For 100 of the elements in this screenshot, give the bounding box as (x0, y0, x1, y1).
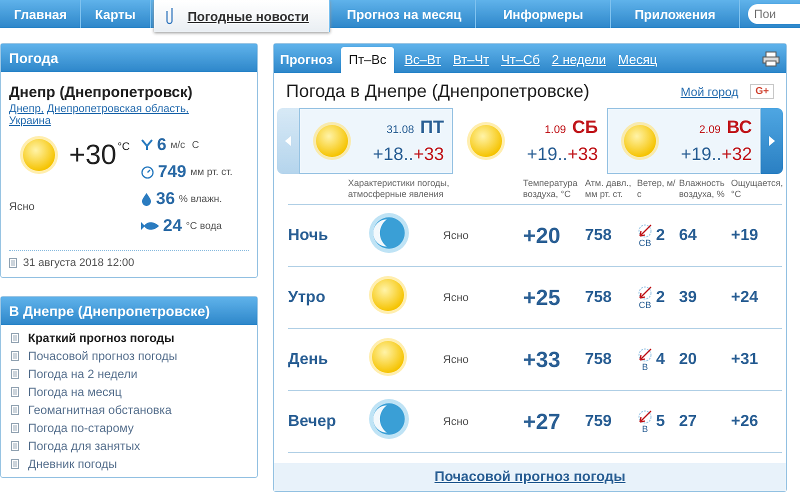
nav-tab[interactable]: Главная (0, 0, 81, 28)
menu-link[interactable]: Геомагнитная обстановка (11, 403, 247, 417)
day-card[interactable]: 1.09 СБ +19..+33 (453, 108, 607, 174)
period-tab[interactable]: Вт–Чт (451, 52, 492, 73)
day-date: 31.08 (386, 124, 414, 136)
period-tab[interactable]: 2 недели (550, 52, 608, 73)
day-card[interactable]: 2.09 ВС +19..+32 (607, 108, 761, 174)
nav-label: Информеры (503, 6, 584, 22)
pressure-value: 758 (585, 226, 613, 244)
wind-direction-icon (141, 139, 153, 151)
nav-tab[interactable]: Приложения (610, 0, 740, 28)
nav-tab[interactable]: Прогноз на месяц (332, 0, 476, 28)
feels-like-value: +19 (731, 226, 760, 244)
location-link[interactable]: Украина (9, 115, 51, 127)
menu-link[interactable]: Погода на 2 недели (11, 367, 247, 381)
share-button[interactable]: G+ (750, 84, 774, 99)
wind-value: 2 (656, 226, 665, 244)
period-label: Вечер (288, 412, 338, 430)
my-city-link[interactable]: Мой город (680, 84, 738, 98)
gauge-icon (141, 166, 154, 178)
paperclip-icon (166, 7, 174, 25)
stat-value: 6 (157, 135, 166, 155)
location-link[interactable]: Днепр, (9, 103, 44, 115)
sun-icon (368, 275, 408, 315)
nav-label: Приложения (634, 6, 716, 22)
menu-link[interactable]: Погода по-старому (11, 421, 247, 435)
humidity-value: 64 (679, 226, 698, 244)
temperature-value: +20 (523, 222, 562, 248)
moon-icon (368, 398, 410, 440)
temperature-range: +19..+33 (526, 144, 598, 165)
menu-link[interactable]: Погода для занятых (11, 439, 247, 453)
weekday: ВС (726, 117, 752, 138)
temperature-range: +19..+32 (680, 144, 752, 165)
fish-icon (141, 221, 159, 231)
day-date: 2.09 (699, 124, 721, 136)
nav-tab[interactable]: Карты (81, 0, 151, 28)
stat-value: 36 (156, 189, 175, 209)
wind-direction: В (642, 425, 648, 434)
humidity-value: 27 (679, 412, 698, 430)
column-header: Ветер, м/с (637, 178, 676, 200)
pressure-value: 758 (585, 288, 613, 306)
card-title: В Днепре (Днепропетровске) (1, 297, 257, 325)
column-header: Характеристики погоды, атмосферные явления (348, 178, 450, 200)
temperature-value: +25 (523, 284, 562, 310)
document-icon (11, 387, 19, 397)
humidity-value: 39 (679, 288, 698, 306)
forecast-label: Прогноз (280, 52, 333, 69)
column-header: Влажность воздуха, % (679, 178, 726, 200)
sun-icon (620, 121, 660, 161)
day-date: 1.09 (544, 124, 566, 136)
period-label: Ночь (288, 226, 330, 244)
hourly-forecast-link[interactable]: Почасовой прогноз погоды (434, 468, 626, 484)
day-card[interactable]: 31.08 ПТ +18..+33 (299, 108, 453, 174)
stat-value: 749 (158, 162, 186, 182)
search-field[interactable]: Пои (748, 4, 800, 24)
current-temperature: +30$^{°C}$ (69, 139, 130, 171)
stat-unit: °C вода (186, 220, 222, 232)
nav-tab[interactable]: Информеры (476, 0, 611, 28)
document-icon (11, 441, 19, 451)
column-header: Ощущается, °C (731, 178, 780, 200)
wind-direction: С (190, 140, 200, 150)
location-link[interactable]: Днепропетровская область, (46, 103, 189, 115)
right-arrow-icon (769, 136, 775, 146)
stat-value: 24 (163, 216, 182, 236)
condition-text: Ясно (442, 416, 470, 428)
compass-arrow-icon (637, 347, 653, 363)
stat-unit: % влажн. (178, 194, 222, 204)
document-icon (9, 258, 17, 268)
menu-link[interactable]: Краткий прогноз погоды (11, 331, 247, 345)
document-icon (11, 423, 19, 433)
wind-value: 4 (656, 350, 665, 368)
menu-link[interactable]: Почасовой прогноз погоды (11, 349, 247, 363)
left-arrow-icon (285, 136, 291, 146)
compass-arrow-icon (637, 223, 653, 239)
humidity-value: 20 (679, 350, 698, 368)
weekday: СБ (572, 117, 598, 138)
nav-tab[interactable]: Погодные новости (154, 0, 330, 32)
document-icon (11, 369, 19, 379)
menu-link[interactable]: Дневник погоды (11, 457, 247, 471)
nav-label: Главная (14, 6, 67, 22)
sun-icon (312, 121, 352, 161)
city-name: Днепр (Днепропетровск) (9, 84, 194, 101)
nav-label: Прогноз на месяц (346, 6, 462, 22)
period-tab[interactable]: Пт–Вс (340, 47, 394, 73)
period-tab[interactable]: Месяц (616, 52, 660, 73)
sun-icon (368, 337, 408, 377)
menu-link[interactable]: Погода на месяц (11, 385, 247, 399)
update-time: 31 августа 2018 12:00 (23, 257, 134, 269)
document-icon (11, 333, 19, 343)
nav-label: Карты (95, 6, 136, 22)
wind-direction: В (642, 363, 648, 372)
next-button[interactable] (761, 108, 783, 174)
forecast-title: Погода в Днепре (Днепропетровске) (286, 81, 590, 102)
condition-text: Ясно (442, 230, 470, 242)
period-tab[interactable]: Чт–Сб (499, 52, 542, 73)
pressure-value: 759 (585, 412, 613, 430)
weekday: ПТ (420, 117, 444, 138)
nav-label: Погодные новости (188, 8, 309, 24)
period-tab[interactable]: Вс–Вт (402, 52, 444, 73)
column-header: Температура воздуха, °C (523, 178, 579, 200)
